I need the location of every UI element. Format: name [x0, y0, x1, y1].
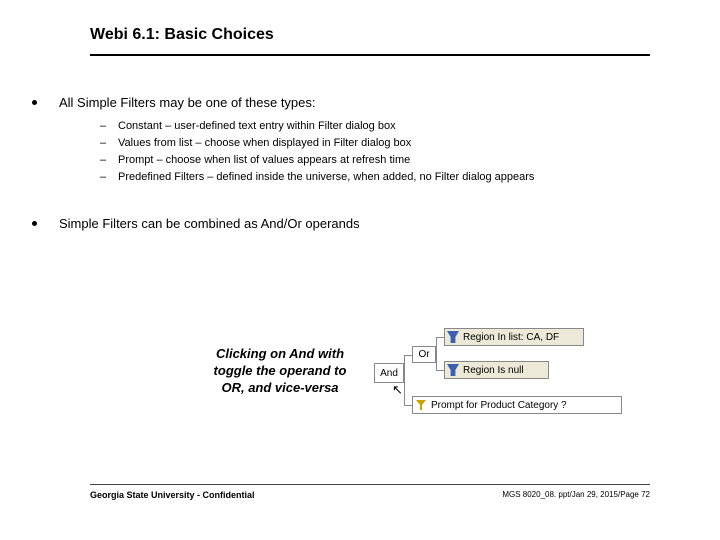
filter-icon [447, 364, 459, 376]
sub-bullet-list: –Constant – user-defined text entry with… [88, 118, 534, 186]
title-underline [90, 54, 650, 56]
slide-title: Webi 6.1: Basic Choices [90, 26, 274, 44]
filter-prompt-product-category[interactable]: Prompt for Product Category ? [412, 396, 622, 414]
and-operator[interactable]: And [374, 363, 404, 383]
bullet-2: Simple Filters can be combined as And/Or… [32, 216, 360, 231]
filter-region-inlist[interactable]: Region In list: CA, DF [444, 328, 584, 346]
sub-bullet-d: –Predefined Filters – defined inside the… [88, 169, 534, 186]
cursor-icon: ↖ [392, 382, 403, 398]
footer-right: MGS 8020_08. ppt/Jan 29, 2015/Page 72 [502, 490, 650, 499]
bullet-dot [32, 221, 37, 226]
footer-rule [90, 484, 650, 485]
bullet-dot [32, 100, 37, 105]
funnel-icon [415, 399, 427, 411]
bullet-1-text: All Simple Filters may be one of these t… [59, 95, 316, 110]
bullet-2-text: Simple Filters can be combined as And/Or… [59, 216, 360, 231]
bullet-1: All Simple Filters may be one of these t… [32, 95, 316, 110]
callout-text: Clicking on And with toggle the operand … [205, 345, 355, 396]
sub-bullet-b: –Values from list – choose when displaye… [88, 135, 534, 152]
filter-region-isnull[interactable]: Region Is null [444, 361, 549, 379]
filter-icon [447, 331, 459, 343]
footer-left: Georgia State University - Confidential [90, 490, 255, 500]
sub-bullet-a: –Constant – user-defined text entry with… [88, 118, 534, 135]
or-operator[interactable]: Or [412, 346, 436, 363]
sub-bullet-c: –Prompt – choose when list of values app… [88, 152, 534, 169]
